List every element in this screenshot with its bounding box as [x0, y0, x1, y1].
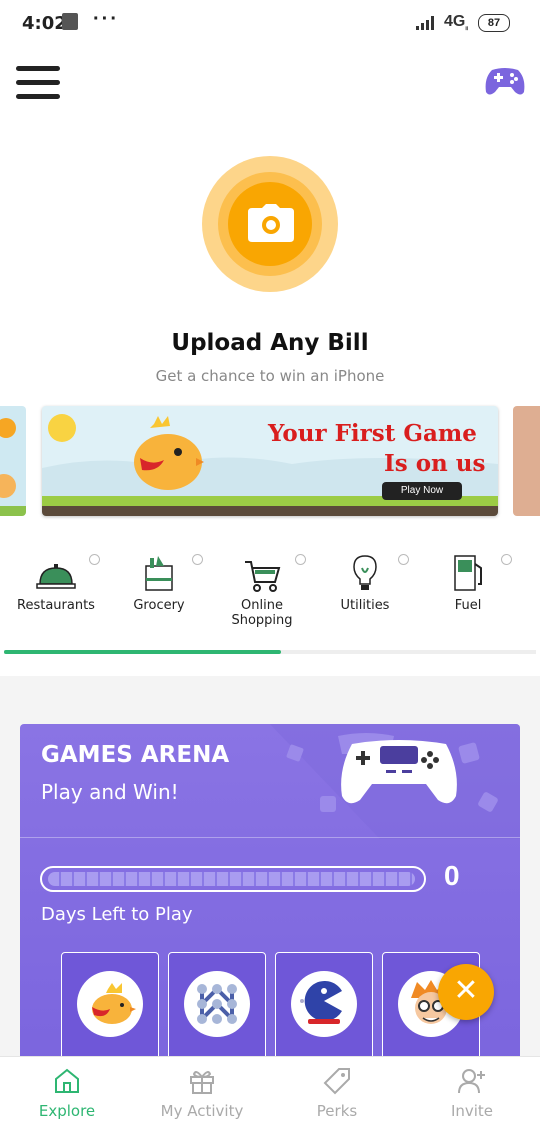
cart-icon — [245, 561, 281, 592]
gamepad-illustration — [341, 740, 457, 804]
signal-icon — [416, 16, 434, 30]
category-fuel[interactable]: Fuel — [418, 548, 518, 613]
previous-banner[interactable] — [0, 406, 26, 516]
promo-carousel[interactable]: Your First Game Is on us Play Now — [0, 404, 540, 520]
play-now-button[interactable]: Play Now — [382, 482, 462, 500]
status-time: 4:02 — [22, 13, 67, 34]
bottom-navigation: Explore My Activity Perks Invite — [0, 1056, 540, 1124]
hero-title: Upload Any Bill — [171, 330, 369, 356]
more-notifications-icon: ··· — [93, 8, 119, 30]
category-grocery[interactable]: Grocery — [109, 548, 209, 613]
days-left-count: 0 — [444, 860, 460, 891]
network-type: 4Gₗₗ — [444, 13, 468, 33]
category-scroll-indicator — [4, 650, 536, 654]
category-utilities[interactable]: Utilities — [315, 548, 415, 613]
category-radio — [89, 554, 100, 565]
tag-icon — [323, 1068, 350, 1095]
category-online-shopping[interactable]: Online Shopping — [212, 548, 312, 628]
game-card-connect[interactable] — [168, 952, 266, 1064]
game-card-pacman[interactable] — [275, 952, 373, 1064]
bulb-icon — [353, 555, 377, 590]
first-game-banner[interactable]: Your First Game Is on us Play Now — [42, 406, 498, 516]
category-list: Restaurants Grocery Online Shopping Util… — [0, 548, 540, 628]
pacman-game-icon — [300, 981, 342, 1024]
nav-my-activity[interactable]: My Activity — [152, 1067, 252, 1120]
next-banner[interactable] — [513, 406, 540, 516]
gift-icon — [190, 1071, 214, 1094]
upload-bill-button[interactable] — [202, 156, 338, 292]
close-fab-button[interactable]: ✕ — [438, 964, 494, 1020]
notification-icon — [62, 13, 78, 30]
menu-icon[interactable] — [16, 66, 60, 102]
games-arena-card[interactable]: GAMES ARENA Play and Win! 0 Days Left to… — [20, 724, 520, 1064]
category-radio — [501, 554, 512, 565]
category-radio — [295, 554, 306, 565]
banner-title-line2: Is on us — [384, 450, 486, 477]
cloche-icon — [36, 564, 76, 589]
connect-dots-game-icon — [197, 984, 237, 1024]
category-radio — [192, 554, 203, 565]
grocery-bag-icon — [145, 556, 173, 591]
arena-title: GAMES ARENA — [41, 742, 230, 768]
gamepad-icon[interactable] — [484, 64, 526, 98]
upload-bill-section: Upload Any Bill Get a chance to win an i… — [0, 120, 540, 400]
add-user-icon — [458, 1069, 485, 1094]
category-radio — [398, 554, 409, 565]
home-icon — [55, 1068, 79, 1093]
hero-subtitle: Get a chance to win an iPhone — [155, 367, 385, 385]
game-card-bird[interactable] — [61, 952, 159, 1064]
arena-subtitle: Play and Win! — [41, 780, 179, 804]
banner-title-line1: Your First Game — [268, 420, 477, 447]
top-bar — [0, 46, 540, 120]
bird-game-icon — [92, 983, 136, 1024]
close-icon: ✕ — [453, 974, 479, 1007]
battery-icon: 87 — [478, 14, 510, 32]
fuel-pump-icon — [454, 555, 482, 591]
days-progress-bar — [40, 866, 426, 892]
days-left-label: Days Left to Play — [41, 904, 193, 925]
nav-invite[interactable]: Invite — [422, 1067, 522, 1120]
divider — [20, 837, 520, 838]
status-bar: 4:02 ··· 4Gₗₗ 87 — [0, 0, 540, 46]
category-restaurants[interactable]: Restaurants — [6, 548, 106, 613]
nav-explore[interactable]: Explore — [17, 1067, 117, 1120]
camera-icon — [248, 204, 294, 242]
nav-perks[interactable]: Perks — [287, 1067, 387, 1120]
